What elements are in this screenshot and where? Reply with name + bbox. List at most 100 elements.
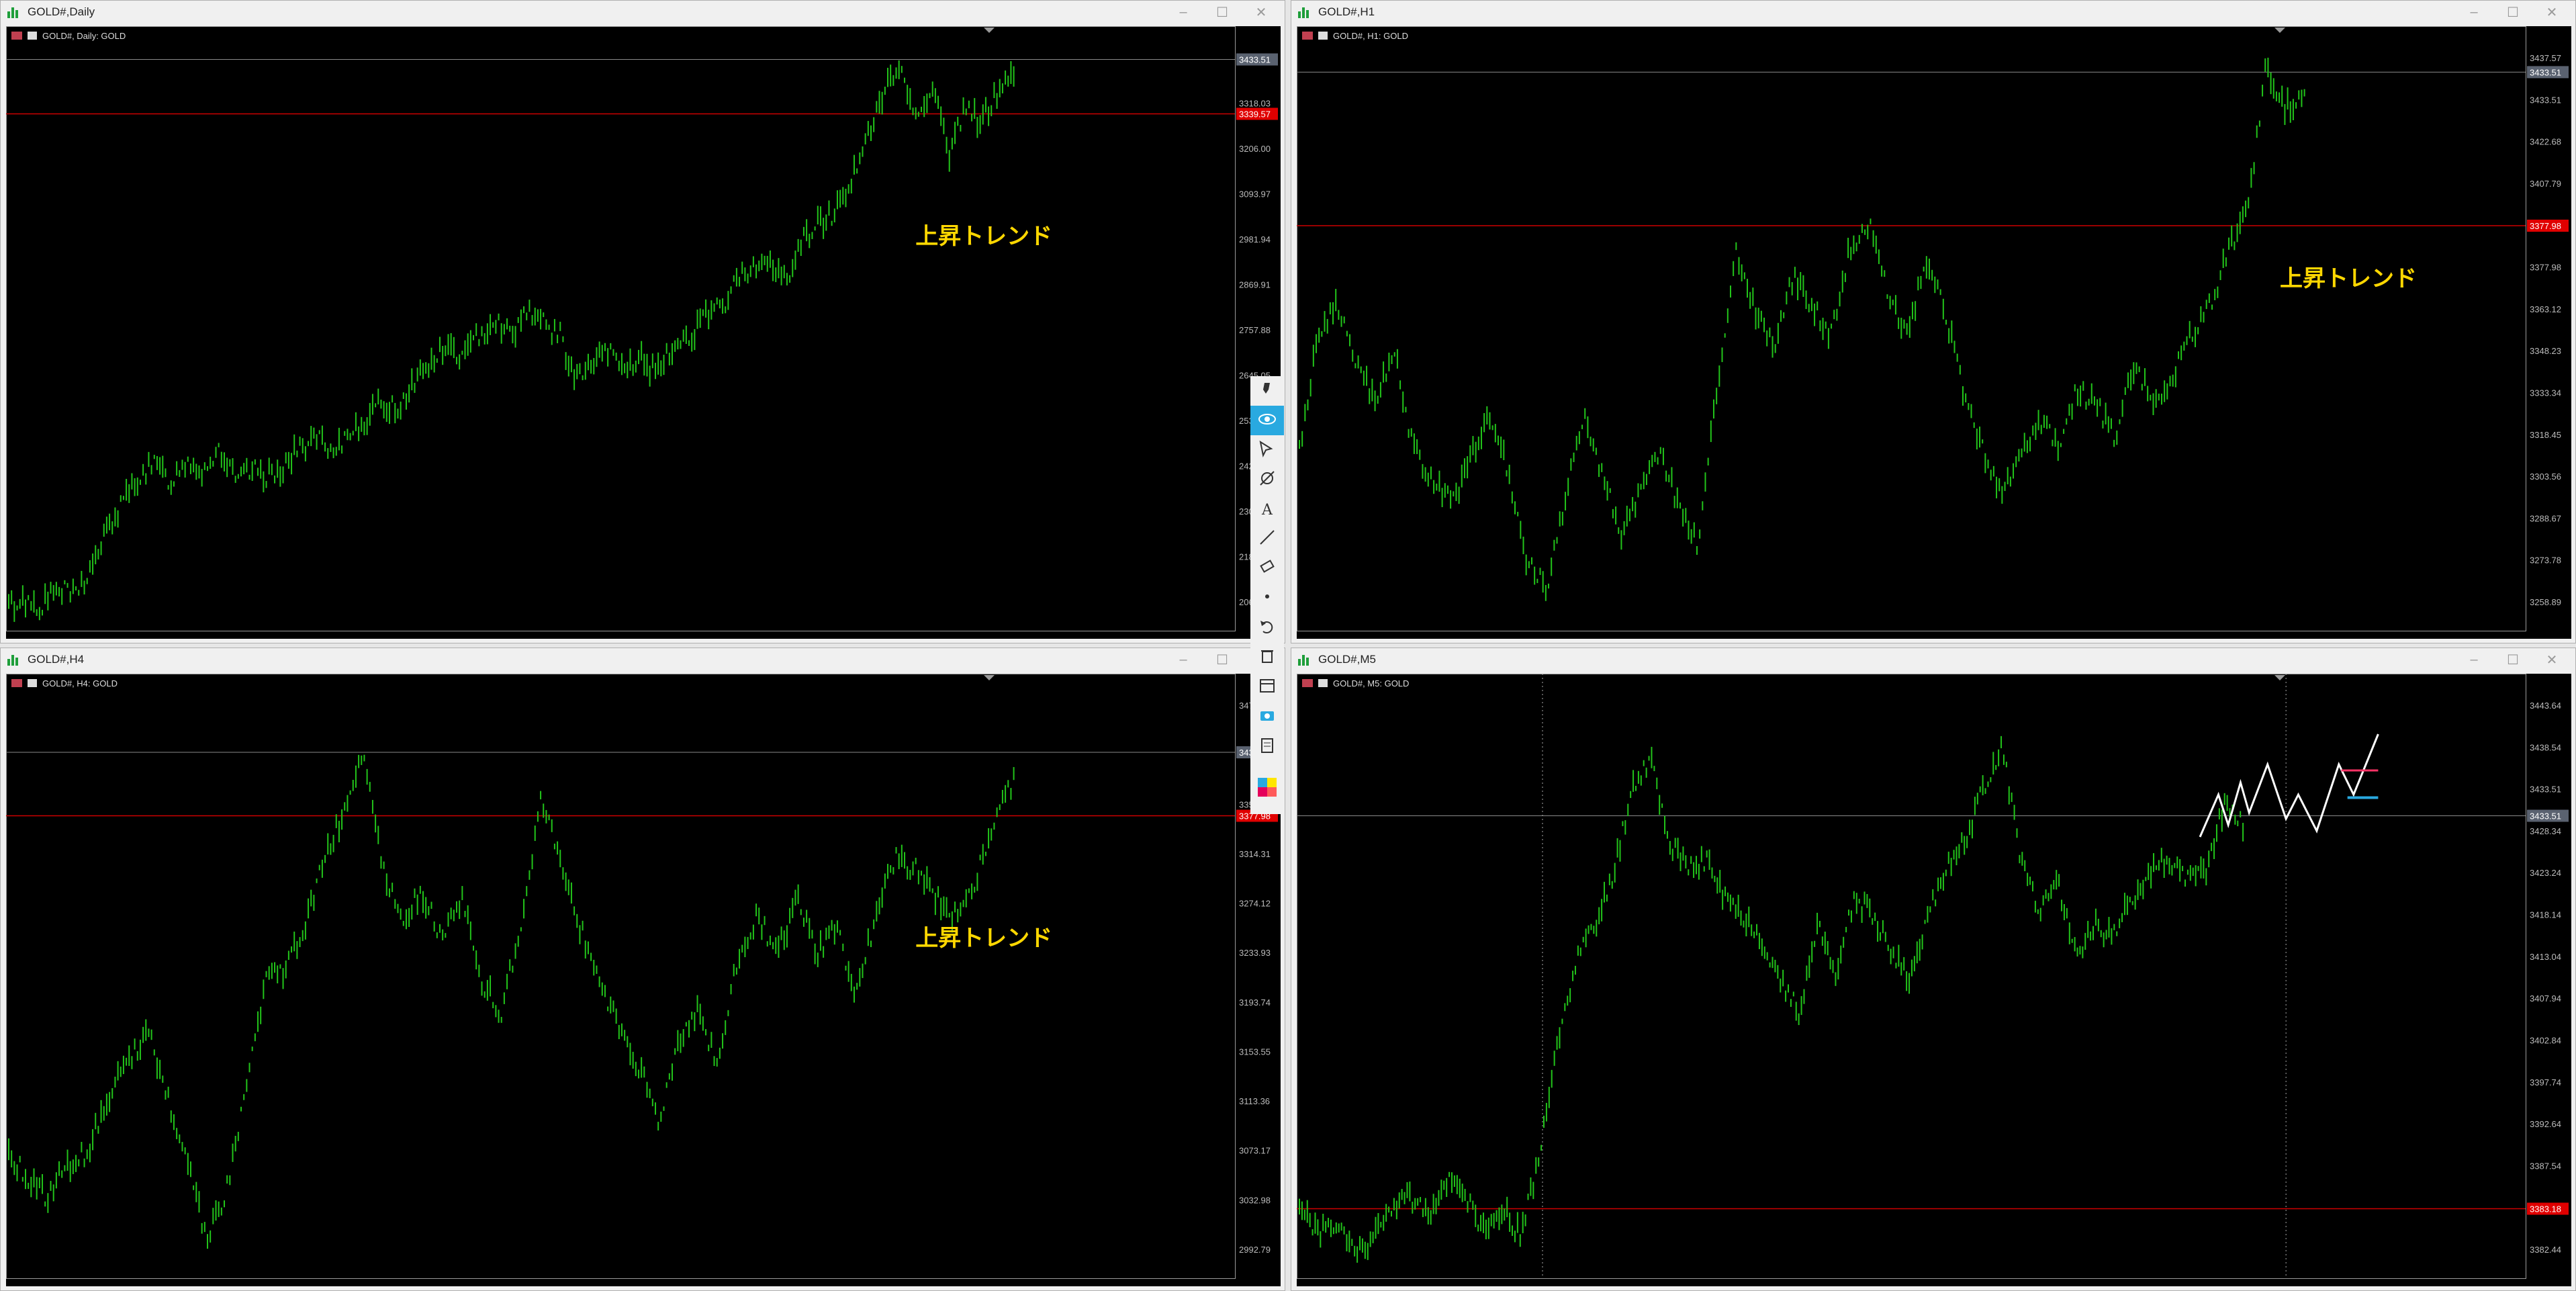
- minimize-button[interactable]: –: [1164, 648, 1203, 671]
- time-axis-label: 23 May 2025: [991, 637, 1041, 639]
- objects-icon[interactable]: [1250, 672, 1284, 701]
- candle-series: [8, 754, 1015, 1249]
- time-axis-label: 11 Apr 2024: [186, 637, 232, 639]
- window-title: GOLD#,H4: [28, 653, 85, 666]
- cursor-icon[interactable]: [1250, 435, 1284, 465]
- chart-window-3[interactable]: GOLD#,H4–☐✕GOLD#, H4: GOLD上昇トレンド34733933…: [0, 648, 1285, 1291]
- chart-window-icon: [1298, 654, 1313, 666]
- price-axis-label: 3382.44: [2530, 1245, 2561, 1255]
- chart-shift-marker[interactable]: [984, 675, 995, 680]
- time-axis-label: 11 Jun 23:00: [2192, 637, 2242, 639]
- trend-annotation[interactable]: 上昇トレンド: [915, 223, 1052, 250]
- trend-annotation[interactable]: 上昇トレンド: [915, 925, 1052, 952]
- text-icon[interactable]: A: [1250, 494, 1284, 524]
- delete-icon[interactable]: [1250, 642, 1284, 672]
- price-axis-label: 2981.94: [1239, 234, 1271, 244]
- chart-shift-marker[interactable]: [984, 28, 995, 33]
- time-axis-label: 13 Jun 12:05: [1924, 1285, 1974, 1286]
- price-chart[interactable]: GOLD#, M5: GOLD 3443.64 3438.54 3433.51 3428…: [1297, 674, 2571, 1286]
- price-axis-label: 3418.14: [2530, 910, 2561, 920]
- chart-symbol-label: GOLD#, M5: GOLD: [1333, 678, 1409, 688]
- price-axis-label: 3437.57: [2530, 53, 2561, 63]
- trend-annotation[interactable]: 上昇トレンド: [2280, 265, 2417, 292]
- time-axis-label: 26 May 09:00: [1387, 637, 1440, 639]
- chart-canvas[interactable]: GOLD#, Daily: GOLD 上昇トレンド 3433.51 3318.03 32…: [6, 26, 1281, 639]
- price-axis-label: 3333.34: [2530, 388, 2561, 398]
- window-titlebar[interactable]: GOLD#,Daily – ☐ ✕: [1, 1, 1285, 24]
- time-axis-label: 13 Jun 22:45: [2281, 1285, 2332, 1286]
- close-button[interactable]: ✕: [1242, 1, 1281, 24]
- window-titlebar[interactable]: GOLD#,H4–☐✕: [1, 648, 1285, 671]
- price-axis-label: 3318.45: [2530, 430, 2561, 440]
- time-axis-label: 13 Jun 04:05: [1655, 1285, 1706, 1286]
- chart-shift-marker[interactable]: [2274, 675, 2285, 680]
- screenshot-icon[interactable]: [1250, 701, 1284, 731]
- time-axis-label: 27 May 20:00: [1477, 637, 1530, 639]
- flag-icon: [11, 32, 22, 40]
- minimize-button[interactable]: –: [2454, 648, 2493, 671]
- dot-icon[interactable]: [1250, 583, 1284, 613]
- time-axis-label: 20 May 12:00: [723, 1285, 776, 1286]
- time-axis-label: 12 Jun 2025: [1298, 1285, 1346, 1286]
- time-axis-label: 10 Jul 2024: [365, 637, 410, 639]
- eraser-icon[interactable]: [1250, 553, 1284, 583]
- maximize-button[interactable]: ☐: [2493, 648, 2532, 671]
- time-axis-label: 4 Jun 10:00: [1835, 637, 1880, 639]
- clipboard-icon[interactable]: [1250, 731, 1284, 760]
- chart-canvas[interactable]: GOLD#, M5: GOLD 3443.64 3438.54 3433.51 3428…: [1297, 674, 2571, 1286]
- minimize-button[interactable]: –: [1164, 1, 1203, 24]
- chart-window-2[interactable]: GOLD#,H1 – ☐ ✕ GOLD#, H1: GOLD 上昇トレンド 3437.57 3…: [1291, 0, 2576, 643]
- time-axis-label: 12 Jun 21:45: [1477, 1285, 1527, 1286]
- chart-canvas[interactable]: GOLD#, H4: GOLD上昇トレンド3473393353314.31327…: [6, 674, 1281, 1286]
- hide-drawings-icon[interactable]: [1250, 465, 1284, 494]
- price-axis-label: 3318.03: [1239, 99, 1271, 109]
- line-icon[interactable]: [1250, 524, 1284, 553]
- undo-icon[interactable]: [1250, 613, 1284, 642]
- price-axis-label: 3206.00: [1239, 144, 1271, 154]
- minimize-button[interactable]: –: [2454, 1, 2493, 24]
- maximize-button[interactable]: ☐: [1203, 648, 1242, 671]
- chart-canvas[interactable]: GOLD#, H1: GOLD 上昇トレンド 3437.57 3433.51 3422.…: [1297, 26, 2571, 639]
- time-axis-label: 13 Jun 09:25: [1835, 1285, 1885, 1286]
- price-chart[interactable]: GOLD#, H1: GOLD 上昇トレンド 3437.57 3433.51 3422.…: [1297, 26, 2571, 639]
- eye-icon[interactable]: [1250, 406, 1284, 435]
- maximize-button[interactable]: ☐: [2493, 1, 2532, 24]
- price-axis-label: 2992.79: [1239, 1245, 1271, 1255]
- flag-icon: [11, 679, 22, 687]
- price-axis-label: 3402.84: [2530, 1035, 2561, 1045]
- price-axis-label: 2757.88: [1239, 325, 1271, 335]
- chart-window-4[interactable]: GOLD#,M5 – ☐ ✕ GOLD#, M5: GOLD 3443.64 3438.54…: [1291, 648, 2576, 1291]
- chart-window-icon: [7, 654, 22, 666]
- time-axis-label: 13 Jun 09:00: [2281, 637, 2332, 639]
- flag-icon: [1302, 32, 1313, 40]
- window-title: GOLD#,M5: [1318, 653, 1376, 666]
- price-axis-label: 3433.51: [2530, 785, 2561, 795]
- level-price-value: 3377.98: [2530, 221, 2561, 231]
- window-titlebar[interactable]: GOLD#,M5 – ☐ ✕: [1291, 648, 2575, 671]
- zigzag-drawing[interactable]: [2199, 733, 2379, 838]
- price-axis-label: 3397.74: [2530, 1077, 2561, 1087]
- level-price-value: 3383.18: [2530, 1204, 2561, 1214]
- time-axis-label: 13 Jun 20:05: [2192, 1285, 2242, 1286]
- chart-type-icon: [1318, 32, 1328, 40]
- color-palette-icon[interactable]: [1250, 760, 1284, 814]
- window-titlebar[interactable]: GOLD#,H1 – ☐ ✕: [1291, 1, 2575, 24]
- price-axis-label: 3233.93: [1239, 948, 1271, 958]
- price-axis-label: 3303.56: [2530, 472, 2561, 482]
- price-axis-label: 3438.54: [2530, 742, 2561, 752]
- time-axis-label: 23 Aug 2024: [454, 637, 503, 639]
- price-axis-label: 3288.67: [2530, 513, 2561, 523]
- current-price-value: 3433.51: [2530, 811, 2561, 821]
- close-button[interactable]: ✕: [2532, 1, 2571, 24]
- pen-icon[interactable]: [1250, 376, 1284, 406]
- close-button[interactable]: ✕: [2532, 648, 2571, 671]
- chart-shift-marker[interactable]: [2274, 28, 2285, 33]
- price-chart[interactable]: GOLD#, H4: GOLD上昇トレンド3473393353314.31327…: [6, 674, 1281, 1286]
- chart-window-1[interactable]: GOLD#,Daily –☐✕ GOLD#, Daily: GOLD 上昇トレンド 34…: [0, 0, 1285, 643]
- maximize-button[interactable]: ☐: [1203, 1, 1242, 24]
- chart-type-icon: [1318, 679, 1328, 687]
- price-chart[interactable]: GOLD#, Daily: GOLD 上昇トレンド 3433.51 3318.03 32…: [6, 26, 1281, 639]
- time-axis-label: 5 Jun 19:00: [1924, 637, 1970, 639]
- price-axis-label: 3363.12: [2530, 304, 2561, 314]
- time-axis-label: 13 May 04:00: [633, 1285, 686, 1286]
